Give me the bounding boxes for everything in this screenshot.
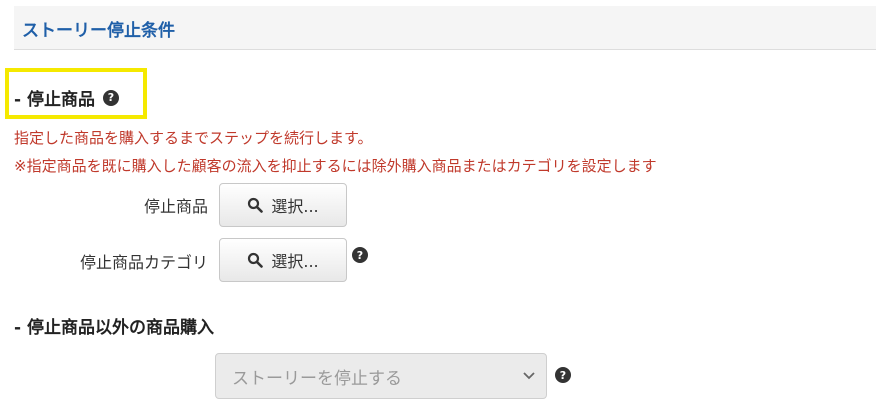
select-product-button[interactable]: 選択... [219, 183, 347, 227]
question-circle-icon[interactable]: ? [102, 89, 119, 106]
question-circle-icon[interactable]: ? [555, 367, 571, 383]
select-category-button-label: 選択... [271, 252, 319, 271]
question-circle-icon[interactable]: ? [352, 247, 368, 263]
notice-line-1: 指定した商品を購入するまでステップを続行します。 [14, 129, 373, 147]
stop-action-select[interactable]: ストーリーを停止する [215, 353, 547, 399]
stop-products-heading-row: - 停止商品 ? [14, 85, 119, 110]
stop-category-label: 停止商品カテゴリ [79, 253, 208, 272]
chevron-down-icon [523, 372, 535, 380]
select-category-button[interactable]: 選択... [219, 238, 347, 282]
section-header: ストーリー停止条件 [14, 6, 876, 50]
stop-products-heading: - 停止商品 [14, 90, 95, 110]
notice-line-2: ※指定商品を既に購入した顧客の流入を抑止するには除外購入商品またはカテゴリを設定… [14, 157, 657, 175]
stop-action-select-value: ストーリーを停止する [232, 368, 402, 389]
other-purchase-heading-text: - 停止商品以外の商品購入 [14, 318, 214, 338]
select-product-button-label: 選択... [271, 197, 319, 216]
stop-product-label: 停止商品 [143, 197, 208, 216]
search-icon [248, 252, 264, 268]
other-purchase-heading: - 停止商品以外の商品購入 [14, 313, 214, 338]
section-title: ストーリー停止条件 [22, 21, 175, 41]
search-icon [248, 197, 264, 213]
